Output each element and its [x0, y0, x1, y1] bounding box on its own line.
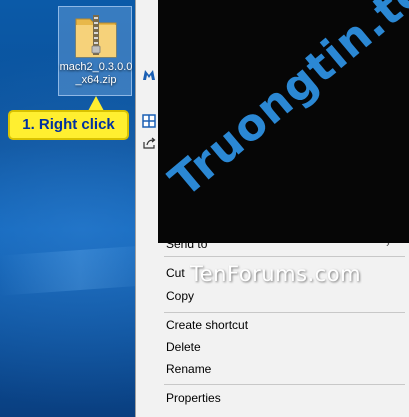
watermark-tenforums: TenForums.com	[190, 262, 362, 286]
menu-item-rename[interactable]: Rename	[166, 359, 211, 379]
menu-item-delete[interactable]: Delete	[166, 337, 201, 357]
menu-item-copy[interactable]: Copy	[166, 286, 194, 306]
menu-item-create-shortcut[interactable]: Create shortcut	[166, 315, 248, 335]
zip-folder-icon	[75, 15, 117, 58]
menu-item-properties[interactable]: Properties	[166, 388, 221, 408]
callout-arrow	[88, 96, 104, 111]
menu-item-cut[interactable]: Cut	[166, 263, 185, 283]
desktop-file-item[interactable]: mach2_0.3.0.0_x64.zip	[58, 6, 132, 96]
defender-shield-icon	[142, 114, 156, 128]
menu-separator	[164, 312, 405, 313]
desktop-file-name: mach2_0.3.0.0_x64.zip	[59, 61, 133, 86]
menu-separator	[164, 384, 405, 385]
malwarebytes-icon	[143, 70, 155, 80]
right-click-callout: 1. Right click	[8, 110, 129, 140]
share-icon	[143, 137, 156, 149]
menu-separator	[164, 256, 405, 257]
